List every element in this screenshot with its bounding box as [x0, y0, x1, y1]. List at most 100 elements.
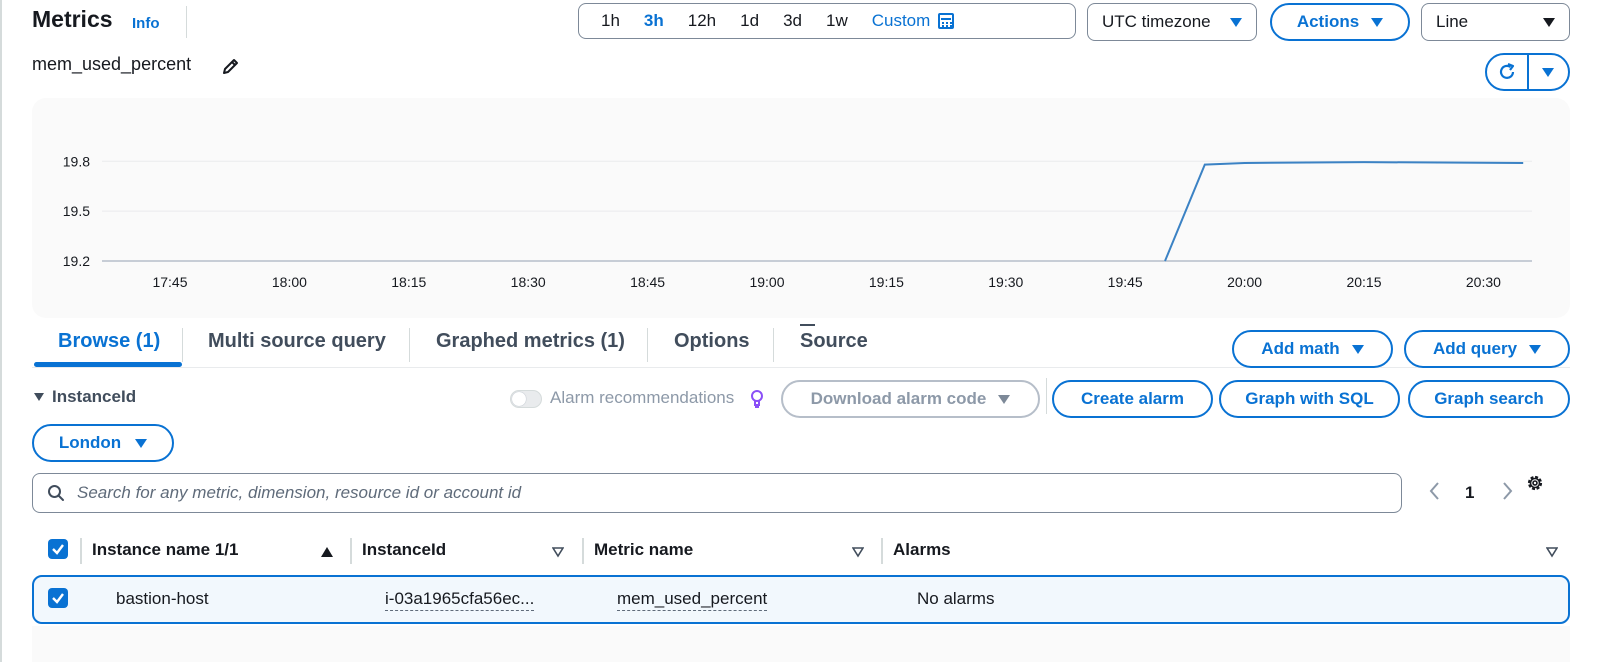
actions-button[interactable]: Actions — [1270, 3, 1410, 41]
add-query-label: Add query — [1432, 339, 1518, 358]
timezone-select[interactable]: UTC timezone — [1087, 3, 1257, 41]
refresh-icon — [1499, 62, 1514, 79]
graph-search-button[interactable]: Graph search — [1408, 380, 1570, 418]
x-tick-label: 20:15 — [1346, 274, 1381, 290]
cell-instance-id[interactable]: i-03a1965cfa56ec... — [385, 589, 535, 611]
metric-search — [32, 473, 1402, 513]
caret-down-icon — [34, 393, 44, 401]
checkmark-icon — [52, 593, 64, 604]
range-3h[interactable]: 3h — [632, 11, 676, 31]
sort-icon[interactable] — [1545, 545, 1559, 563]
timezone-label: UTC timezone — [1102, 12, 1211, 31]
title-divider — [186, 6, 187, 38]
source-overline-icon — [800, 324, 815, 326]
x-tick-label: 19:00 — [749, 274, 784, 290]
cell-instance-name: bastion-host — [116, 589, 209, 608]
tab-options[interactable]: Options — [674, 330, 750, 353]
caret-down-icon — [135, 438, 148, 448]
refresh-interval-dropdown[interactable] — [1529, 55, 1569, 89]
calendar-icon — [938, 13, 955, 29]
range-1d[interactable]: 1d — [728, 11, 771, 31]
next-page-icon[interactable] — [1500, 480, 1514, 507]
chart-type-label: Line — [1436, 12, 1469, 31]
caret-down-icon — [1529, 344, 1542, 354]
tab-divider — [182, 328, 183, 362]
toolbar-divider — [1046, 378, 1047, 414]
x-tick-label: 19:30 — [988, 274, 1023, 290]
left-border — [0, 0, 2, 662]
checkmark-icon — [52, 544, 64, 555]
gear-icon[interactable] — [1524, 472, 1546, 499]
graph-title: mem_used_percent — [32, 54, 192, 74]
toggle-knob — [512, 392, 526, 406]
caret-down-icon — [1371, 17, 1384, 27]
caret-down-icon — [998, 394, 1011, 404]
cell-alarms: No alarms — [917, 589, 995, 608]
range-1w[interactable]: 1w — [814, 11, 860, 31]
chart-type-select[interactable]: Line — [1421, 3, 1570, 41]
range-12h[interactable]: 12h — [676, 11, 728, 31]
add-math-button[interactable]: Add math — [1232, 330, 1393, 368]
tab-multi-source-query[interactable]: Multi source query — [208, 330, 386, 353]
column-divider — [80, 538, 82, 564]
range-1h[interactable]: 1h — [589, 11, 632, 31]
column-header-metric-name[interactable]: Metric name — [594, 540, 693, 560]
x-tick-label: 19:45 — [1108, 274, 1143, 290]
line-chart: 19.2 19.5 19.8 17:45 18:00 18:15 18:30 18:45 19:… — [63, 153, 1532, 290]
instanceid-filter[interactable]: InstanceId — [34, 387, 136, 407]
sort-ascending-icon[interactable] — [320, 545, 334, 563]
region-filter-london[interactable]: London — [32, 424, 174, 462]
x-tick-label: 20:00 — [1227, 274, 1262, 290]
info-link[interactable]: Info — [132, 15, 160, 32]
sort-icon[interactable] — [551, 545, 565, 563]
current-page[interactable]: 1 — [1465, 483, 1474, 503]
tab-divider — [773, 328, 774, 362]
y-tick-label: 19.8 — [63, 153, 90, 169]
custom-label: Custom — [871, 11, 931, 30]
graph-with-sql-button[interactable]: Graph with SQL — [1219, 380, 1400, 418]
y-tick-label: 19.5 — [63, 203, 90, 219]
add-query-button[interactable]: Add query — [1404, 330, 1570, 368]
x-tick-label: 20:30 — [1466, 274, 1501, 290]
sort-icon[interactable] — [851, 545, 865, 563]
tab-source[interactable]: Source — [800, 324, 868, 353]
add-math-label: Add math — [1261, 339, 1340, 358]
region-label: London — [58, 433, 122, 452]
table-row[interactable] — [32, 575, 1570, 624]
y-tick-label: 19.2 — [63, 253, 90, 269]
previous-page-icon[interactable] — [1428, 480, 1442, 507]
graph-search-label: Graph search — [1434, 389, 1544, 408]
column-header-instance-name[interactable]: Instance name 1/1 — [92, 540, 238, 560]
tab-graphed-metrics[interactable]: Graphed metrics (1) — [436, 330, 625, 353]
create-alarm-button[interactable]: Create alarm — [1052, 380, 1213, 418]
edit-title-icon[interactable] — [220, 55, 242, 82]
x-tick-label: 17:45 — [152, 274, 187, 290]
download-alarm-code-button[interactable]: Download alarm code — [781, 380, 1040, 418]
column-divider — [582, 538, 584, 564]
tab-source-label: Source — [800, 330, 868, 352]
range-custom[interactable]: Custom — [860, 11, 967, 31]
chart-panel: 19.2 19.5 19.8 17:45 18:00 18:15 18:30 18:45 19:… — [32, 98, 1570, 318]
cell-metric-name[interactable]: mem_used_percent — [617, 589, 768, 611]
graph-with-sql-label: Graph with SQL — [1245, 389, 1374, 408]
download-alarm-code-label: Download alarm code — [810, 389, 987, 408]
x-tick-label: 18:45 — [630, 274, 665, 290]
row-checkbox[interactable] — [48, 588, 68, 608]
dimension-label: InstanceId — [52, 387, 137, 406]
column-header-alarms[interactable]: Alarms — [893, 540, 951, 560]
select-all-checkbox[interactable] — [48, 539, 68, 559]
refresh-group — [1485, 53, 1570, 91]
time-range-selector: 1h 3h 12h 1d 3d 1w Custom — [578, 3, 1076, 39]
create-alarm-label: Create alarm — [1080, 389, 1184, 408]
tab-browse[interactable]: Browse (1) — [58, 330, 160, 353]
bottom-panel — [32, 626, 1570, 662]
column-header-instanceid[interactable]: InstanceId — [362, 540, 446, 560]
range-3d[interactable]: 3d — [771, 11, 814, 31]
x-tick-label: 18:00 — [272, 274, 307, 290]
x-tick-label: 18:30 — [511, 274, 546, 290]
page-title: Metrics — [32, 6, 113, 32]
search-icon — [48, 485, 64, 501]
caret-down-icon — [1351, 344, 1364, 354]
refresh-button[interactable] — [1487, 55, 1527, 89]
search-input[interactable] — [77, 483, 1401, 503]
